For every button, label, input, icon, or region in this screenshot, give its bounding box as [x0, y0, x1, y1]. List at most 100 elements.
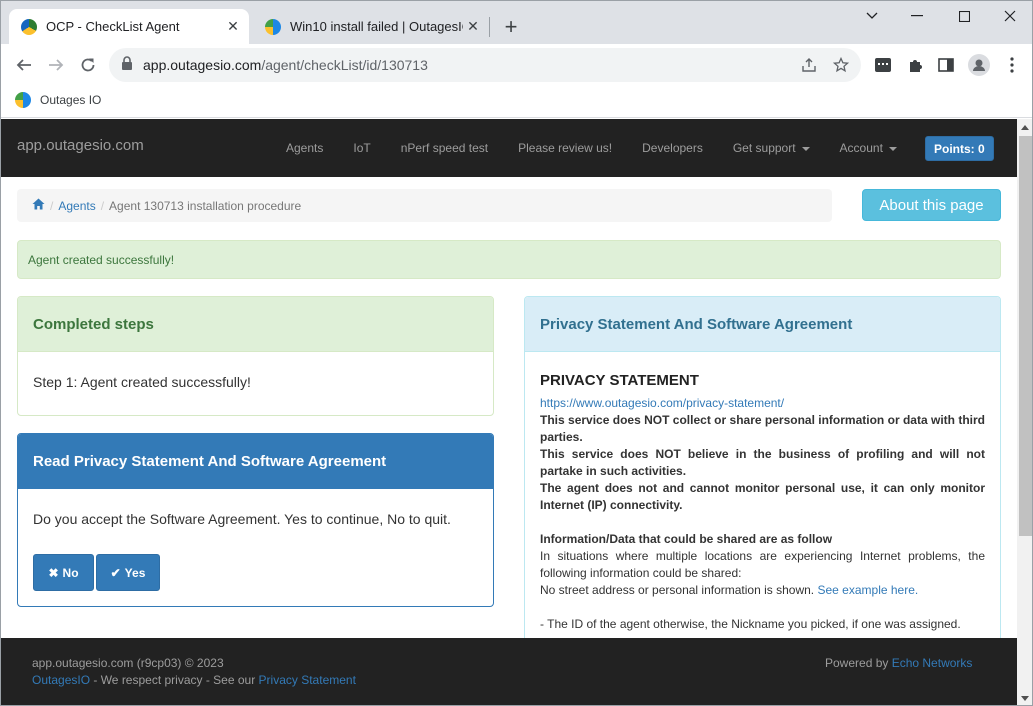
- bookmark-star-icon[interactable]: [829, 53, 853, 77]
- nav-links: Agents IoT nPerf speed test Please revie…: [271, 119, 912, 177]
- success-alert: Agent created successfully!: [17, 240, 1001, 279]
- nav-agents[interactable]: Agents: [271, 141, 338, 155]
- page-viewport: app.outagesio.com Agents IoT nPerf speed…: [1, 119, 1017, 705]
- nav-iot[interactable]: IoT: [338, 141, 385, 155]
- site-footer: app.outagesio.com (r9cp03) © 2023 Outage…: [1, 638, 1017, 705]
- about-page-button[interactable]: About this page: [862, 189, 1001, 221]
- site-brand[interactable]: app.outagesio.com: [17, 137, 144, 154]
- chevron-down-icon[interactable]: [857, 6, 887, 26]
- privacy-panel-title: Privacy Statement And Software Agreement: [525, 297, 1000, 352]
- caret-down-icon: [801, 146, 810, 151]
- nav-review[interactable]: Please review us!: [503, 141, 627, 155]
- footer-powered-text: Powered by: [825, 656, 892, 670]
- agreement-title: Read Privacy Statement And Software Agre…: [18, 434, 493, 489]
- nav-nperf[interactable]: nPerf speed test: [386, 141, 503, 155]
- footer-powered: Powered by Echo Networks: [825, 656, 972, 670]
- url-host: app.outagesio.com: [143, 57, 262, 73]
- outagesio-favicon-icon: [15, 92, 31, 108]
- footer-copyright: app.outagesio.com (r9cp03) © 2023: [32, 656, 224, 670]
- profile-avatar-icon[interactable]: [967, 53, 991, 77]
- minimize-icon[interactable]: [902, 6, 932, 26]
- forward-arrow-icon[interactable]: [43, 52, 69, 78]
- tab-close-icon[interactable]: ✕: [463, 17, 483, 37]
- scroll-up-icon[interactable]: [1021, 125, 1029, 130]
- home-icon[interactable]: [32, 198, 45, 213]
- close-window-icon[interactable]: [995, 6, 1025, 26]
- bookmark-outages-io[interactable]: Outages IO: [15, 92, 101, 108]
- privacy-p4: In situations where multiple locations a…: [540, 549, 985, 580]
- maximize-icon[interactable]: [949, 6, 979, 26]
- url-path: /agent/checkList/id/130713: [261, 57, 428, 73]
- tab-close-icon[interactable]: ✕: [223, 17, 243, 37]
- times-icon: ✖: [48, 565, 59, 580]
- privacy-p6: - The ID of the agent otherwise, the Nic…: [540, 617, 961, 631]
- agreement-question: Do you accept the Software Agreement. Ye…: [33, 511, 451, 527]
- no-button-label: No: [62, 565, 79, 580]
- nav-account[interactable]: Account: [825, 141, 912, 155]
- outagesio-favicon-icon: [265, 18, 281, 35]
- privacy-subheading: Information/Data that could be shared ar…: [540, 532, 833, 546]
- breadcrumb-separator: /: [100, 198, 105, 213]
- scroll-down-icon[interactable]: [1021, 696, 1029, 701]
- privacy-p1: This service does NOT collect or share p…: [540, 413, 985, 444]
- bookmarks-bar: Outages IO: [1, 85, 1032, 118]
- nav-get-support[interactable]: Get support: [718, 141, 825, 155]
- footer-privacy-line: OutagesIO - We respect privacy - See our…: [32, 673, 356, 687]
- outagesio-favicon-icon: [21, 18, 37, 35]
- nav-developers[interactable]: Developers: [627, 141, 718, 155]
- completed-steps-panel: Completed steps Step 1: Agent created su…: [17, 296, 494, 416]
- footer-mid-text: - We respect privacy - See our: [90, 673, 259, 687]
- page-scrollbar[interactable]: [1017, 119, 1032, 705]
- side-panel-icon[interactable]: [934, 53, 958, 77]
- no-button[interactable]: ✖ No: [33, 554, 94, 591]
- new-tab-icon[interactable]: +: [499, 14, 523, 39]
- points-button[interactable]: Points: 0: [925, 136, 994, 161]
- tab-win10-install[interactable]: Win10 install failed | OutagesIO ✕: [253, 9, 489, 44]
- tab-title: OCP - CheckList Agent: [46, 19, 180, 34]
- privacy-p3: The agent does not and cannot monitor pe…: [540, 481, 985, 512]
- tab-ocp-checklist[interactable]: OCP - CheckList Agent ✕: [9, 9, 249, 44]
- caret-down-icon: [888, 146, 897, 151]
- nav-get-support-label: Get support: [732, 141, 796, 155]
- browser-toolbar: app.outagesio.com/agent/checkList/id/130…: [1, 44, 1032, 85]
- share-icon[interactable]: [797, 53, 821, 77]
- breadcrumb: / Agents / Agent 130713 installation pro…: [17, 189, 832, 222]
- privacy-body: PRIVACY STATEMENT https://www.outagesio.…: [525, 352, 1000, 633]
- breadcrumb-separator: /: [50, 198, 54, 213]
- puzzle-extensions-icon[interactable]: [903, 53, 927, 77]
- breadcrumb-agents[interactable]: Agents: [58, 199, 95, 213]
- check-icon: ✔: [110, 565, 121, 580]
- scrollbar-thumb[interactable]: [1019, 136, 1032, 536]
- privacy-p5-line: No street address or personal informatio…: [540, 582, 985, 599]
- completed-steps-title: Completed steps: [18, 297, 493, 352]
- footer-brand-link[interactable]: OutagesIO: [32, 673, 90, 687]
- tab-strip: OCP - CheckList Agent ✕ Win10 install fa…: [1, 1, 1032, 44]
- tab-separator: [489, 17, 490, 37]
- footer-privacy-link[interactable]: Privacy Statement: [259, 673, 356, 687]
- url-text[interactable]: app.outagesio.com/agent/checkList/id/130…: [143, 57, 797, 73]
- menu-kebab-icon[interactable]: [1000, 53, 1024, 77]
- site-navbar: app.outagesio.com Agents IoT nPerf speed…: [1, 119, 1017, 177]
- completed-step-text: Step 1: Agent created successfully!: [33, 374, 251, 390]
- see-example-link[interactable]: See example here.: [817, 583, 918, 597]
- browser-window: OCP - CheckList Agent ✕ Win10 install fa…: [0, 0, 1033, 706]
- back-arrow-icon[interactable]: [11, 52, 37, 78]
- yes-button[interactable]: ✔ Yes: [96, 554, 160, 591]
- echo-networks-link[interactable]: Echo Networks: [892, 656, 973, 670]
- privacy-heading: PRIVACY STATEMENT: [540, 372, 699, 389]
- privacy-statement-link[interactable]: https://www.outagesio.com/privacy-statem…: [540, 395, 985, 412]
- yes-button-label: Yes: [124, 565, 146, 580]
- agreement-panel: Read Privacy Statement And Software Agre…: [17, 433, 494, 607]
- reload-icon[interactable]: [75, 52, 101, 78]
- address-bar[interactable]: app.outagesio.com/agent/checkList/id/130…: [109, 48, 861, 82]
- nav-account-label: Account: [839, 141, 883, 155]
- privacy-p5: No street address or personal informatio…: [540, 583, 815, 597]
- breadcrumb-current: Agent 130713 installation procedure: [109, 198, 302, 213]
- lock-icon[interactable]: [121, 55, 133, 75]
- agreement-buttons: ✖ No ✔ Yes: [33, 554, 162, 591]
- tab-title: Win10 install failed | OutagesIO: [290, 19, 463, 34]
- privacy-p2: This service does NOT believe in the bus…: [540, 447, 985, 478]
- extension-icon[interactable]: [871, 53, 895, 77]
